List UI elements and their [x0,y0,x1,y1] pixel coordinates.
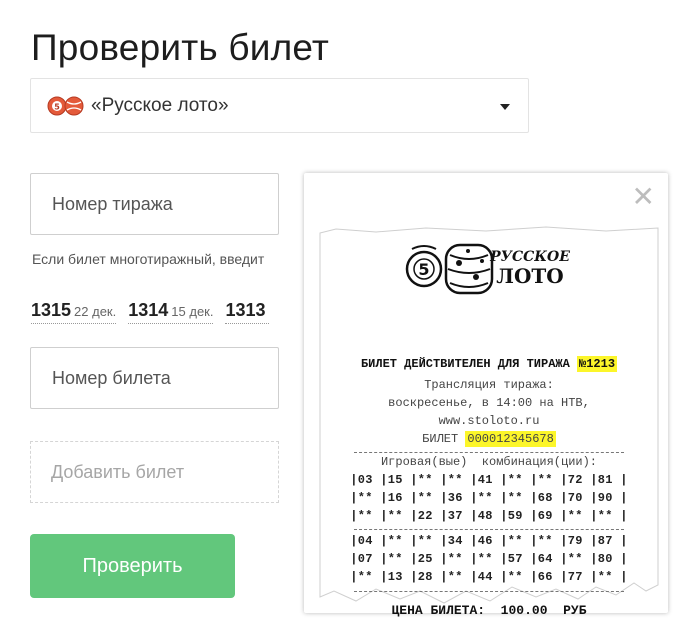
logo-ball-number: 5 [418,260,429,279]
draw-chip-number: 1313 [225,300,266,320]
game-select-label: «Русское лото» [91,94,229,116]
ticket-number-input[interactable] [30,347,279,409]
russkoe-loto-logo: 5 РУССКОЕ ЛОТО [404,235,574,302]
caret-down-icon [500,104,510,110]
draw-chip-number: 1315 [31,300,72,320]
russkoe-loto-barrels-icon: 5 [47,95,85,117]
receipt-draw-number: №1213 [577,356,618,372]
receipt-header: БИЛЕТ ДЕЙСТВИТЕЛЕН ДЛЯ ТИРАЖА №1213 [316,356,662,372]
receipt-header-text: БИЛЕТ ДЕЙСТВИТЕЛЕН ДЛЯ ТИРАЖА [360,357,570,371]
sample-ticket-receipt: 5 РУССКОЕ ЛОТО БИЛЕТ ДЕЙСТВИТЕЛЕН ДЛЯ ТИ… [316,225,662,618]
draw-chip[interactable]: 1314 15 дек. [128,300,214,324]
draw-chip-date: 15 дек. [171,304,214,319]
receipt-broadcast-line: www.stoloto.ru [438,414,540,428]
receipt-combinations-label: Игровая(вые) комбинация(ции): [380,455,598,469]
add-ticket-button[interactable]: Добавить билет [30,441,279,503]
receipt-divider [354,452,624,453]
receipt-ticket-label: БИЛЕТ [422,432,459,446]
combo-row: |03 |15 |** |** |41 |** |** |72 |81 | [350,473,628,487]
ticket-example-popup: ✕ 5 РУССКОЕ ЛОТО БИЛЕТ ДЕЙСТВИТЕЛЕН ДЛЯ … [304,173,668,618]
combo-row: |** |13 |28 |** |44 |** |66 |77 |** | [350,570,628,584]
game-select[interactable]: 5 «Русское лото» [30,78,529,133]
multi-draw-hint: Если билет многотиражный, введит [32,251,265,267]
draw-number-input[interactable] [30,173,279,235]
logo-text-bottom: ЛОТО [496,264,563,288]
check-ticket-button[interactable]: Проверить [30,534,235,598]
receipt-divider [354,529,624,530]
receipt-divider [354,591,624,592]
receipt-broadcast-line: Трансляция тиража: [424,378,554,392]
draw-chip[interactable]: 1315 22 дек. [31,300,117,324]
draw-chip-date: 22 дек. [74,304,117,319]
close-icon[interactable]: ✕ [632,183,655,211]
receipt-ticket-number: 000012345678 [465,431,556,447]
combo-row: |** |16 |** |36 |** |** |68 |70 |90 | [350,491,628,505]
combo-row: |** |** |22 |37 |48 |59 |69 |** |** | [350,509,628,523]
recent-draws: 1315 22 дек. 1314 15 дек. 1313 [31,300,307,326]
combo-row: |04 |** |** |34 |46 |** |** |79 |87 | [350,534,628,548]
draw-chip[interactable]: 1313 [225,300,269,324]
receipt-broadcast-line: воскресенье, в 14:00 на НТВ, [388,396,590,410]
receipt-ticket-line: БИЛЕТ 000012345678 [316,431,662,447]
lotto-barrels-icon: 5 РУССКОЕ ЛОТО [405,243,570,295]
draw-chip-number: 1314 [128,300,169,320]
receipt-price: ЦЕНА БИЛЕТА: 100.00 РУБ [391,603,587,618]
logo-text-top: РУССКОЕ [489,249,570,265]
svg-text:5: 5 [54,102,60,111]
page-title: Проверить билет [31,26,330,68]
combo-row: |07 |** |25 |** |** |57 |64 |** |80 | [350,552,628,566]
